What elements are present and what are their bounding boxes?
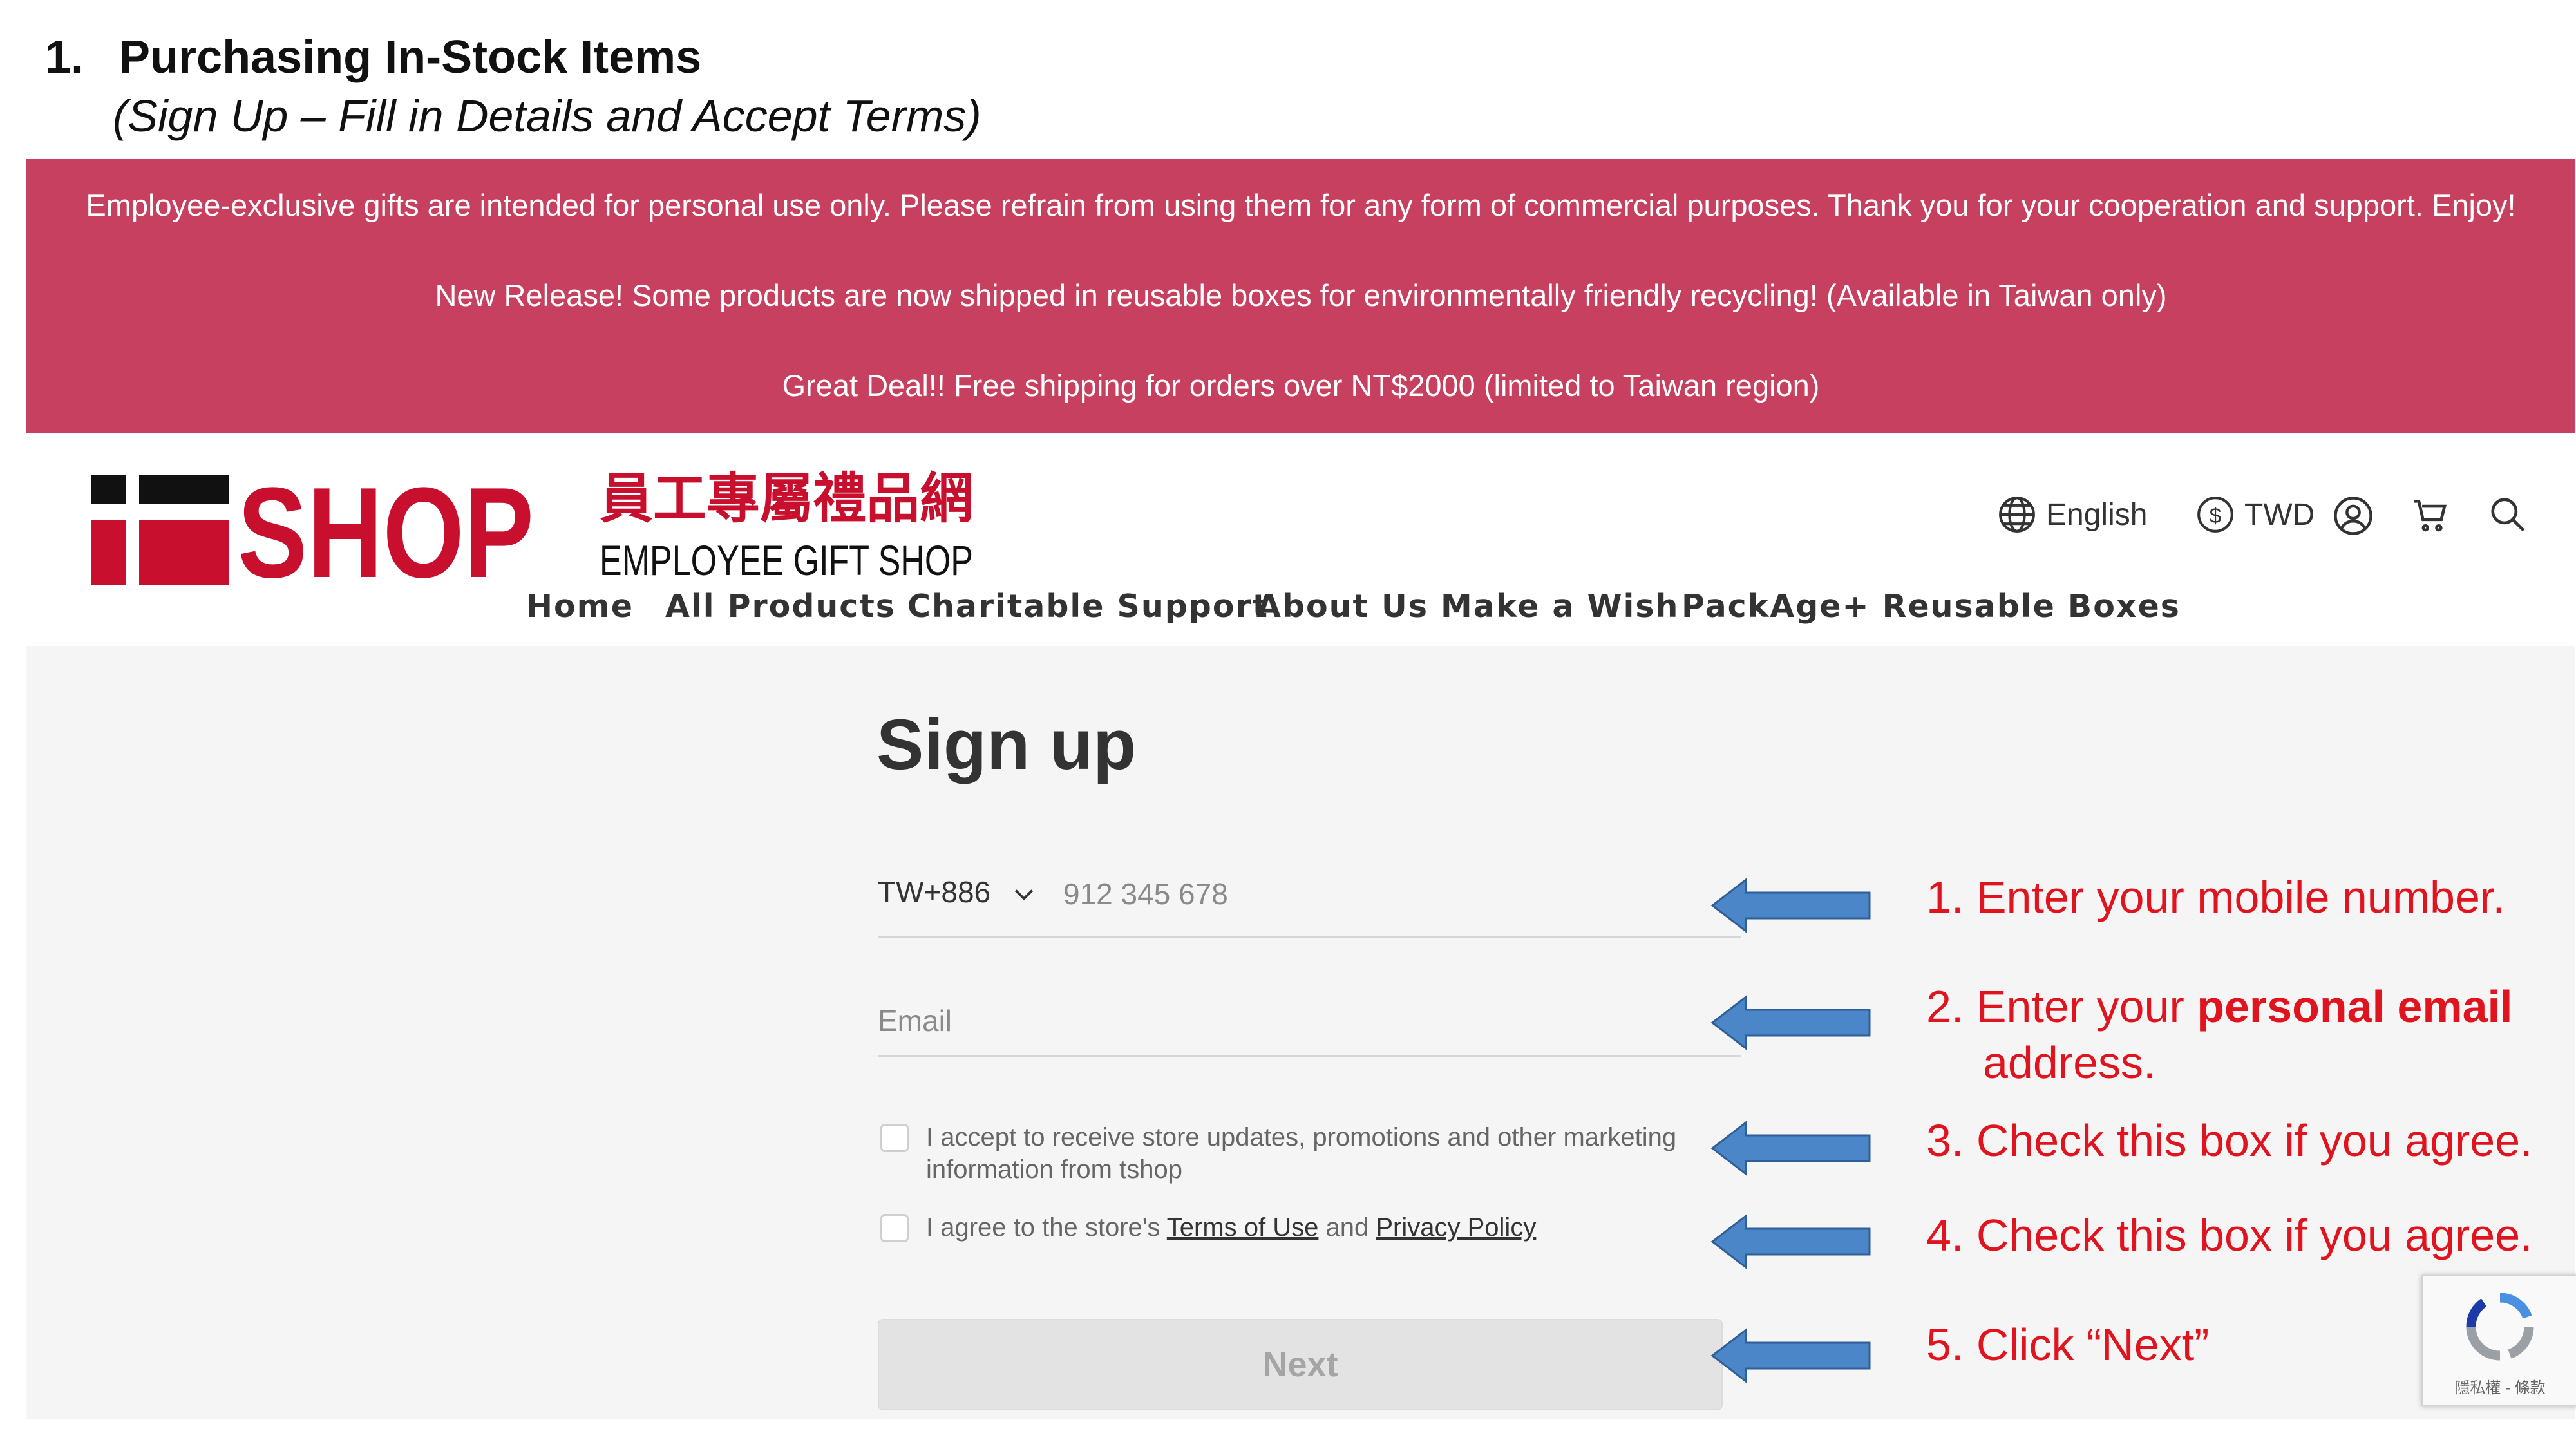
nav-about-us[interactable]: About Us: [1256, 588, 1428, 625]
site-header: SHOP 員工專屬禮品網 EMPLOYEE GIFT SHOP English …: [26, 433, 2575, 646]
logo-english: EMPLOYEE GIFT SHOP: [600, 536, 973, 584]
note-step-2: 2. Enter your personal email: [1926, 981, 2512, 1032]
slide-subtitle: (Sign Up – Fill in Details and Accept Te…: [113, 91, 981, 141]
logo-chinese: 員工專屬禮品網: [600, 467, 973, 530]
note-step-5: 5. Click “Next”: [1926, 1320, 2210, 1370]
arrow-left-icon: [1710, 1213, 1871, 1270]
chevron-down-icon: [1014, 889, 1034, 900]
terms-middle: and: [1318, 1213, 1376, 1242]
country-code-value: TW+886: [878, 875, 991, 909]
note-step-1: 1. Enter your mobile number.: [1926, 872, 2505, 922]
language-label: English: [2046, 497, 2148, 532]
announcement-banner: Employee-exclusive gifts are intended fo…: [26, 159, 2575, 433]
globe-icon: [1999, 497, 2035, 533]
svg-text:$: $: [2210, 504, 2222, 528]
phone-field-underline: [878, 936, 1741, 938]
note-step-2-line2: address.: [1983, 1037, 2156, 1088]
slide-number: 1.: [45, 32, 84, 83]
country-code-select[interactable]: TW+886: [878, 875, 1035, 909]
note-step-3: 3. Check this box if you agree.: [1926, 1115, 2533, 1166]
terms-of-use-link[interactable]: Terms of Use: [1167, 1213, 1319, 1242]
nav-charitable-support[interactable]: Charitable Support: [907, 588, 1269, 625]
language-selector[interactable]: English: [1997, 495, 2147, 535]
email-input[interactable]: Email: [878, 1003, 952, 1038]
terms-checkbox[interactable]: [880, 1214, 909, 1242]
nav-package-reusable-boxes[interactable]: PackAge+ Reusable Boxes: [1681, 588, 2181, 625]
logo-i-stem: [91, 520, 126, 585]
account-button[interactable]: [2332, 495, 2383, 537]
nav-all-products[interactable]: All Products: [665, 588, 896, 625]
arrow-left-icon: [1710, 1120, 1871, 1177]
recaptcha-terms[interactable]: 隱私權 - 條款: [2423, 1375, 2576, 1397]
marketing-consent-line2: information from tshop: [926, 1155, 1182, 1184]
nav-home[interactable]: Home: [526, 588, 634, 625]
marketing-consent-label: I accept to receive store updates, promo…: [926, 1121, 1676, 1186]
signup-section: Sign up TW+886 912 345 678 Email I accep…: [26, 646, 2575, 1419]
terms-label: I agree to the store's Terms of Use and …: [926, 1211, 1536, 1244]
user-icon: [2334, 497, 2372, 535]
banner-line-3: Great Deal!! Free shipping for orders ov…: [782, 368, 1820, 402]
banner-line-1: Employee-exclusive gifts are intended fo…: [86, 188, 2516, 222]
site-logo[interactable]: SHOP 員工專屬禮品網 EMPLOYEE GIFT SHOP: [91, 462, 992, 585]
arrow-left-icon: [1710, 1327, 1871, 1384]
note-step-4: 4. Check this box if you agree.: [1926, 1210, 2533, 1260]
note-step-2-bold: personal email: [2197, 981, 2513, 1032]
logo-wordmark: SHOP: [238, 462, 534, 585]
logo-t-stem: [139, 520, 229, 585]
banner-line-2: New Release! Some products are now shipp…: [435, 278, 2167, 312]
search-button[interactable]: [2488, 495, 2537, 535]
signup-title: Sign up: [876, 705, 1137, 784]
cart-button[interactable]: [2410, 495, 2459, 535]
terms-prefix: I agree to the store's: [926, 1213, 1167, 1242]
dollar-icon: $: [2197, 497, 2233, 533]
slide-title: 1. Purchasing In-Stock Items: [45, 31, 701, 84]
email-field-underline: [878, 1055, 1741, 1057]
recaptcha-badge[interactable]: 隱私權 - 條款: [2421, 1275, 2576, 1406]
arrow-left-icon: [1710, 994, 1871, 1051]
marketing-consent-line1: I accept to receive store updates, promo…: [926, 1123, 1677, 1151]
nav-make-a-wish[interactable]: Make a Wish: [1441, 588, 1679, 625]
slide-title-text: Purchasing In-Stock Items: [119, 32, 702, 83]
next-button[interactable]: Next: [878, 1319, 1723, 1410]
cart-icon: [2414, 500, 2447, 532]
note-step-2-prefix: 2. Enter your: [1926, 981, 2197, 1032]
logo-i-dot: [91, 475, 126, 504]
phone-input[interactable]: 912 345 678: [1063, 876, 1228, 911]
recaptcha-icon: [2466, 1293, 2534, 1361]
marketing-consent-checkbox[interactable]: [880, 1124, 909, 1152]
logo-t-bar: [139, 475, 229, 504]
currency-selector[interactable]: $ TWD: [2195, 495, 2315, 535]
arrow-left-icon: [1710, 877, 1871, 934]
search-icon: [2491, 498, 2525, 532]
currency-label: TWD: [2244, 497, 2315, 532]
privacy-policy-link[interactable]: Privacy Policy: [1376, 1213, 1536, 1242]
